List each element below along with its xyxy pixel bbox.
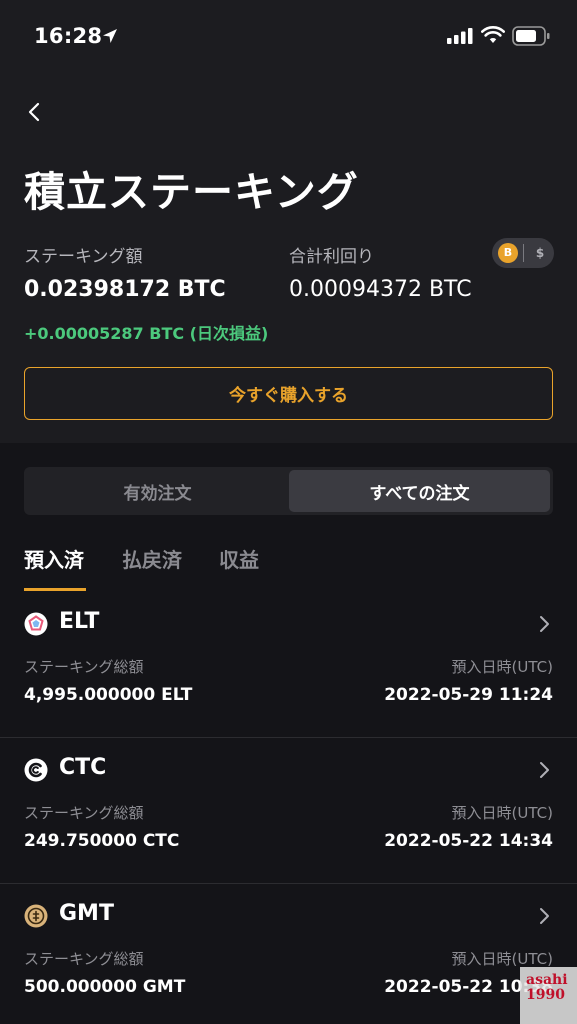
list-item[interactable]: CTC ステーキング総額 預入日時(UTC) 249.750000 CTC 20… [0,738,577,884]
location-arrow-icon [103,29,117,43]
segment-all-orders[interactable]: すべての注文 [289,470,550,512]
deposit-date-label: 預入日時(UTC) [451,950,553,968]
coin-name: ELT [59,609,100,634]
chevron-right-icon [540,616,549,632]
chevron-right-icon [540,908,549,924]
staking-amount-label: ステーキング額 [24,247,143,267]
battery-icon [512,26,550,46]
deposit-date-value: 2022-05-29 11:24 [384,685,553,705]
active-tab-indicator [24,588,86,591]
chevron-right-icon [540,762,549,778]
dollar-icon: $ [535,246,545,260]
cellular-signal-icon [447,28,473,44]
order-filter-segment: 有効注文 すべての注文 [24,467,553,515]
coin-name: GMT [59,901,114,926]
staking-total-label: ステーキング総額 [24,658,144,676]
tab-deposited[interactable]: 預入済 [24,544,84,573]
bitcoin-icon: B [498,243,518,263]
staking-total-label: ステーキング総額 [24,804,144,822]
back-arrow-icon[interactable] [24,101,46,123]
watermark: asahi 1990 [520,967,577,1024]
total-yield-value: 0.00094372 BTC [289,277,472,302]
ctc-coin-icon [24,758,48,782]
staking-total-value: 4,995.000000 ELT [24,685,193,705]
list-item[interactable]: GMT ステーキング総額 預入日時(UTC) 500.000000 GMT 20… [0,884,577,1024]
gmt-coin-icon [24,904,48,928]
staking-total-value: 500.000000 GMT [24,977,186,997]
deposit-date-value: 2022-05-22 14:34 [384,831,553,851]
staking-total-value: 249.750000 CTC [24,831,180,851]
daily-pnl: +0.00005287 BTC (日次損益) [24,324,269,343]
elt-coin-icon [24,612,48,636]
deposit-date-label: 預入日時(UTC) [451,658,553,676]
segment-active-orders[interactable]: 有効注文 [27,470,288,512]
staking-total-label: ステーキング総額 [24,950,144,968]
currency-toggle[interactable]: B $ [492,238,554,268]
total-yield-label: 合計利回り [289,247,374,267]
toggle-divider [523,244,524,262]
buy-now-button[interactable]: 今すぐ購入する [24,367,553,420]
watermark-line2: 1990 [526,987,565,1003]
tab-earnings[interactable]: 収益 [219,544,259,573]
status-time: 16:28 [34,24,103,48]
staking-amount-value: 0.02398172 BTC [24,277,226,302]
page-title: 積立ステーキング [24,168,359,216]
wifi-icon [481,26,505,43]
tab-redeemed[interactable]: 払戻済 [122,544,182,573]
list-item[interactable]: ELT ステーキング総額 預入日時(UTC) 4,995.000000 ELT … [0,592,577,738]
watermark-line1: asahi [526,972,568,988]
deposit-date-label: 預入日時(UTC) [451,804,553,822]
coin-name: CTC [59,755,107,780]
